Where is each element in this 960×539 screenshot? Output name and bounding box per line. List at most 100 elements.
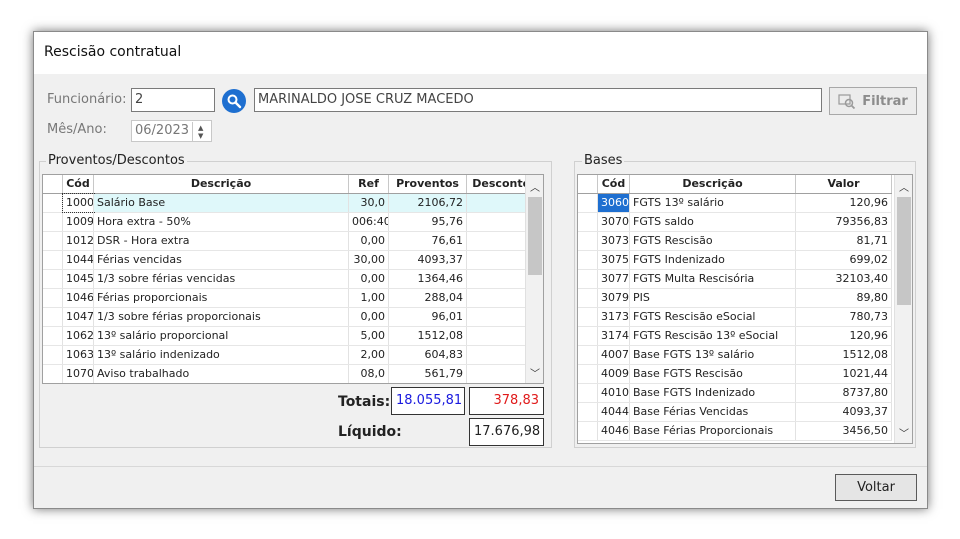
table-cell[interactable]: 13º salário proporcional xyxy=(94,327,349,345)
table-cell[interactable]: 30,00 xyxy=(349,251,389,269)
voltar-button[interactable]: Voltar xyxy=(835,474,917,501)
table-cell[interactable]: Base Férias Proporcionais xyxy=(630,422,796,440)
table-cell[interactable]: 1512,08 xyxy=(389,327,467,345)
table-cell[interactable]: 2106,72 xyxy=(389,194,467,212)
row-indicator[interactable] xyxy=(43,270,63,288)
stepper-down-icon[interactable]: ▼ xyxy=(198,132,203,140)
table-cell[interactable]: 288,04 xyxy=(389,289,467,307)
table-cell[interactable]: Base Férias Vencidas xyxy=(630,403,796,421)
table-cell[interactable]: Base FGTS Rescisão xyxy=(630,365,796,383)
table-cell[interactable]: FGTS Rescisão 13º eSocial xyxy=(630,327,796,345)
table-row[interactable]: 3174 FGTS Rescisão 13º eSocial 120,96 xyxy=(578,327,892,346)
row-indicator[interactable] xyxy=(578,346,598,364)
table-cell[interactable]: 4009 xyxy=(598,365,630,383)
table-cell[interactable]: 81,71 xyxy=(796,232,892,250)
filter-button[interactable]: Filtrar xyxy=(829,87,917,115)
funcionario-code-input[interactable]: 2 xyxy=(131,88,215,112)
table-row[interactable]: 3060 FGTS 13º salário 120,96 xyxy=(578,194,892,213)
table-cell[interactable]: FGTS Multa Rescisória xyxy=(630,270,796,288)
table-row[interactable]: 1000 Salário Base 30,0 2106,72 xyxy=(43,193,543,213)
table-cell[interactable]: 4093,37 xyxy=(389,251,467,269)
table-row[interactable]: 1070 Aviso trabalhado 08,0 561,79 xyxy=(43,365,543,383)
table-cell[interactable]: 3077 xyxy=(598,270,630,288)
table-cell[interactable]: Férias proporcionais xyxy=(94,289,349,307)
col-header-cod[interactable]: Cód xyxy=(598,175,630,193)
table-cell[interactable]: 3079 xyxy=(598,289,630,307)
table-cell[interactable]: 4046 xyxy=(598,422,630,440)
table-cell[interactable]: 699,02 xyxy=(796,251,892,269)
row-indicator[interactable] xyxy=(43,308,63,326)
table-cell[interactable]: 1062 xyxy=(63,327,94,345)
table-cell[interactable]: FGTS Rescisão xyxy=(630,232,796,250)
table-cell[interactable]: 3073 xyxy=(598,232,630,250)
table-row[interactable]: 1047 1/3 sobre férias proporcionais 0,00 96… xyxy=(43,308,543,327)
table-cell[interactable]: 0,00 xyxy=(349,270,389,288)
table-row[interactable]: 1009 Hora extra - 50% 006:40 95,76 xyxy=(43,213,543,232)
row-indicator[interactable] xyxy=(578,365,598,383)
table-cell[interactable]: 76,61 xyxy=(389,232,467,250)
table-cell[interactable]: 3060 xyxy=(598,194,630,212)
table-cell[interactable]: 1012 xyxy=(63,232,94,250)
scroll-up-icon[interactable]: ︿ xyxy=(899,179,909,194)
row-indicator[interactable] xyxy=(578,403,598,421)
table-cell[interactable]: DSR - Hora extra xyxy=(94,232,349,250)
table-row[interactable]: 1063 13º salário indenizado 2,00 604,83 xyxy=(43,346,543,365)
table-cell[interactable]: 1070 xyxy=(63,365,94,383)
table-row[interactable]: 1062 13º salário proporcional 5,00 1512,08 xyxy=(43,327,543,346)
table-cell[interactable]: 1021,44 xyxy=(796,365,892,383)
table-cell[interactable]: 561,79 xyxy=(389,365,467,383)
row-indicator[interactable] xyxy=(578,422,598,440)
row-indicator[interactable] xyxy=(578,194,598,212)
table-cell[interactable]: FGTS Indenizado xyxy=(630,251,796,269)
mes-ano-stepper[interactable]: ▲ ▼ xyxy=(192,122,212,142)
table-cell[interactable]: 120,96 xyxy=(796,194,892,212)
table-cell[interactable]: 4044 xyxy=(598,403,630,421)
scroll-up-icon[interactable]: ︿ xyxy=(530,179,540,194)
table-row[interactable]: 1044 Férias vencidas 30,00 4093,37 xyxy=(43,251,543,270)
table-cell[interactable]: 79356,83 xyxy=(796,213,892,231)
col-header-proventos[interactable]: Proventos xyxy=(389,175,467,193)
row-indicator[interactable] xyxy=(43,232,63,250)
table-cell[interactable]: 3173 xyxy=(598,308,630,326)
table-cell[interactable]: 4010 xyxy=(598,384,630,402)
table-cell[interactable]: 13º salário indenizado xyxy=(94,346,349,364)
table-cell[interactable]: 3070 xyxy=(598,213,630,231)
table-cell[interactable]: 1063 xyxy=(63,346,94,364)
table-row[interactable]: 1012 DSR - Hora extra 0,00 76,61 xyxy=(43,232,543,251)
table-row[interactable]: 3070 FGTS saldo 79356,83 xyxy=(578,213,892,232)
table-cell[interactable]: 780,73 xyxy=(796,308,892,326)
scrollbar-thumb[interactable] xyxy=(897,197,911,305)
table-cell[interactable]: 96,01 xyxy=(389,308,467,326)
table-cell[interactable]: 0,00 xyxy=(349,308,389,326)
table-cell[interactable]: PIS xyxy=(630,289,796,307)
table-cell[interactable]: 1046 xyxy=(63,289,94,307)
row-indicator[interactable] xyxy=(578,232,598,250)
row-indicator[interactable] xyxy=(578,384,598,402)
table-row[interactable]: 4007 Base FGTS 13º salário 1512,08 xyxy=(578,346,892,365)
table-cell[interactable]: Base FGTS 13º salário xyxy=(630,346,796,364)
row-indicator[interactable] xyxy=(578,213,598,231)
search-button[interactable] xyxy=(222,89,246,113)
row-indicator[interactable] xyxy=(43,365,63,383)
table-cell[interactable]: 3174 xyxy=(598,327,630,345)
table-cell[interactable]: 1/3 sobre férias vencidas xyxy=(94,270,349,288)
table-row[interactable]: 4046 Base Férias Proporcionais 3456,50 xyxy=(578,422,892,441)
table-cell[interactable]: 4093,37 xyxy=(796,403,892,421)
table-cell[interactable]: 1045 xyxy=(63,270,94,288)
table-row[interactable]: 4044 Base Férias Vencidas 4093,37 xyxy=(578,403,892,422)
row-indicator[interactable] xyxy=(43,213,63,231)
table-cell[interactable]: 5,00 xyxy=(349,327,389,345)
table-cell[interactable]: 1364,46 xyxy=(389,270,467,288)
table-cell[interactable]: 32103,40 xyxy=(796,270,892,288)
table-cell[interactable]: 006:40 xyxy=(349,213,389,231)
table-cell[interactable]: 08,0 xyxy=(349,365,389,383)
table-cell[interactable]: 2,00 xyxy=(349,346,389,364)
table-cell[interactable]: 1044 xyxy=(63,251,94,269)
table-row[interactable]: 4009 Base FGTS Rescisão 1021,44 xyxy=(578,365,892,384)
row-indicator[interactable] xyxy=(43,327,63,345)
table-cell[interactable]: 0,00 xyxy=(349,232,389,250)
table-cell[interactable]: 1009 xyxy=(63,213,94,231)
row-indicator[interactable] xyxy=(43,194,63,212)
stepper-up-icon[interactable]: ▲ xyxy=(198,124,203,132)
col-header-valor[interactable]: Valor xyxy=(796,175,892,193)
